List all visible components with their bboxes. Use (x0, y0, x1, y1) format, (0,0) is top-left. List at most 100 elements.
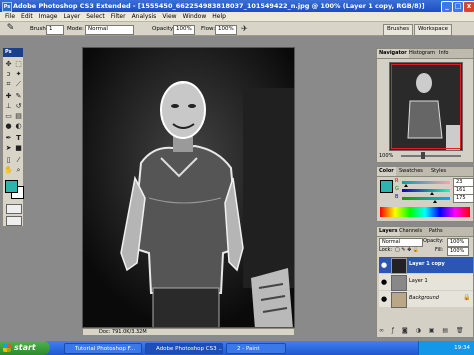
color-panel: Color Swatches Styles R G B 23 161 175 (376, 166, 474, 222)
menu-filter[interactable]: Filter (108, 13, 129, 20)
menu-layer[interactable]: Layer (60, 13, 83, 20)
lasso-icon[interactable]: ↄ (4, 70, 13, 79)
tab-info[interactable]: Info (437, 49, 450, 58)
blend-mode-select[interactable]: Normal (379, 238, 423, 247)
menu-edit[interactable]: Edit (18, 13, 36, 20)
gradient-icon[interactable]: ▤ (14, 112, 23, 121)
layer-thumbnail (391, 292, 407, 308)
crop-icon[interactable]: ⌗ (4, 80, 13, 89)
navigator-thumbnail[interactable] (389, 62, 463, 151)
layer-row[interactable]: ● Layer 1 (379, 274, 473, 291)
g-label: G (395, 186, 399, 192)
menu-help[interactable]: Help (209, 13, 229, 20)
menu-bar: File Edit Image Layer Select Filter Anal… (0, 12, 474, 22)
taskbar-item-paint[interactable]: 2 - Paint (226, 343, 286, 354)
layer-row[interactable]: ● Background 🔒 (379, 291, 473, 308)
brush-icon[interactable]: ✎ (14, 92, 23, 101)
windows-logo-icon (3, 344, 11, 352)
b-slider-thumb[interactable] (433, 200, 438, 203)
menu-window[interactable]: Window (180, 13, 210, 20)
taskbar-item-photoshop[interactable]: Adobe Photoshop CS3 ... (145, 343, 223, 354)
g-slider[interactable] (402, 189, 450, 192)
tab-color[interactable]: Color (377, 167, 396, 176)
shape-icon[interactable]: ■ (14, 144, 23, 153)
r-slider-thumb[interactable] (404, 184, 409, 187)
marquee-icon[interactable]: ⬚ (14, 60, 23, 69)
navigator-zoom-value[interactable]: 100% (379, 153, 393, 159)
airbrush-icon[interactable]: ✈ (240, 24, 249, 33)
layer-opacity-label: Opacity: (423, 238, 444, 244)
zoom-slider[interactable] (401, 155, 461, 157)
clock: 19:34 (454, 345, 470, 351)
layer-name[interactable]: Layer 1 copy (409, 261, 445, 267)
tab-histogram[interactable]: Histogram (407, 49, 437, 58)
color-spectrum-bar[interactable] (380, 207, 470, 217)
zoom-icon[interactable]: ⌕ (14, 166, 23, 175)
start-button[interactable]: start (0, 341, 50, 355)
brushes-button[interactable]: Brushes (383, 24, 414, 36)
eye-icon[interactable]: ● (381, 278, 387, 286)
window-title: Adobe Photoshop CS3 Extended - [1555450_… (13, 2, 425, 10)
layer-name[interactable]: Layer 1 (409, 278, 428, 284)
hand-icon[interactable]: ✋ (4, 166, 13, 175)
foreground-color-swatch[interactable] (5, 180, 18, 193)
menu-analysis[interactable]: Analysis (129, 13, 160, 20)
eyedropper-icon[interactable]: ⁄ (14, 156, 23, 165)
layer-thumbnail (391, 258, 407, 274)
layer-row[interactable]: ● Layer 1 copy (379, 257, 473, 274)
eye-icon[interactable]: ● (381, 295, 387, 303)
zoom-slider-thumb[interactable] (421, 152, 425, 159)
workspace-button[interactable]: Workspace (414, 24, 453, 36)
healing-icon[interactable]: ✚ (4, 92, 13, 101)
fill-label: Fill: (435, 247, 444, 253)
color-foreground-chip[interactable] (380, 180, 393, 193)
type-icon[interactable]: T (14, 134, 23, 143)
b-value-input[interactable]: 175 (453, 194, 474, 203)
tab-channels[interactable]: Channels (397, 227, 424, 236)
r-slider[interactable] (402, 181, 450, 184)
screen-mode-button[interactable] (6, 216, 22, 226)
view-box-indicator[interactable] (391, 64, 461, 149)
notes-icon[interactable]: ▯ (4, 156, 13, 165)
status-bar: Doc: 791.0K/3.32M (82, 328, 295, 336)
opacity-input[interactable]: 100% (173, 25, 195, 35)
menu-select[interactable]: Select (83, 13, 108, 20)
options-bar: ✎ Brush: 1 Mode: Normal Opacity: 100% Fl… (0, 22, 474, 36)
quick-mask-button[interactable] (6, 204, 22, 214)
flow-input[interactable]: 100% (215, 25, 237, 35)
eraser-icon[interactable]: ▭ (4, 112, 13, 121)
eye-icon[interactable]: ● (381, 261, 387, 269)
path-select-icon[interactable]: ➤ (4, 144, 13, 153)
history-brush-icon[interactable]: ↺ (14, 102, 23, 111)
title-bar: Ps Adobe Photoshop CS3 Extended - [15554… (0, 0, 474, 12)
brush-tool-preset-icon[interactable]: ✎ (6, 24, 15, 33)
dodge-icon[interactable]: ◐ (14, 122, 23, 131)
slice-icon[interactable]: ⟋ (14, 80, 23, 89)
layer-opacity-input[interactable]: 100% (447, 238, 469, 247)
fill-input[interactable]: 100% (447, 247, 469, 256)
tab-styles[interactable]: Styles (429, 167, 448, 176)
layer-name[interactable]: Background (409, 295, 439, 301)
menu-image[interactable]: Image (36, 13, 61, 20)
layers-footer-buttons[interactable]: ∞ ƒ ◙ ◑ ▣ ▤ 🗑 (379, 327, 473, 336)
move-icon[interactable]: ✥ (4, 60, 13, 69)
mode-select[interactable]: Normal (85, 25, 134, 35)
taskbar-item-browser[interactable]: Tutorial Photoshop F... (64, 343, 142, 354)
pen-icon[interactable]: ✒ (4, 134, 13, 143)
menu-view[interactable]: View (159, 13, 179, 20)
blur-icon[interactable]: ● (4, 122, 13, 131)
close-button[interactable]: x (463, 1, 474, 12)
inverted-photo (83, 48, 294, 327)
b-slider[interactable] (402, 197, 450, 200)
layers-panel: Layers Channels Paths Normal Opacity: 10… (376, 226, 474, 338)
menu-file[interactable]: File (2, 13, 18, 20)
lock-icons[interactable]: ▢ ✎ ✥ 🔒 (395, 247, 419, 253)
magic-wand-icon[interactable]: ✦ (14, 70, 23, 79)
g-slider-thumb[interactable] (430, 192, 435, 195)
document-canvas[interactable] (82, 47, 295, 328)
tab-paths[interactable]: Paths (427, 227, 445, 236)
brush-size-picker[interactable]: 1 (46, 25, 64, 35)
tab-navigator[interactable]: Navigator (377, 49, 409, 58)
stamp-icon[interactable]: ⊥ (4, 102, 13, 111)
tab-swatches[interactable]: Swatches (397, 167, 425, 176)
